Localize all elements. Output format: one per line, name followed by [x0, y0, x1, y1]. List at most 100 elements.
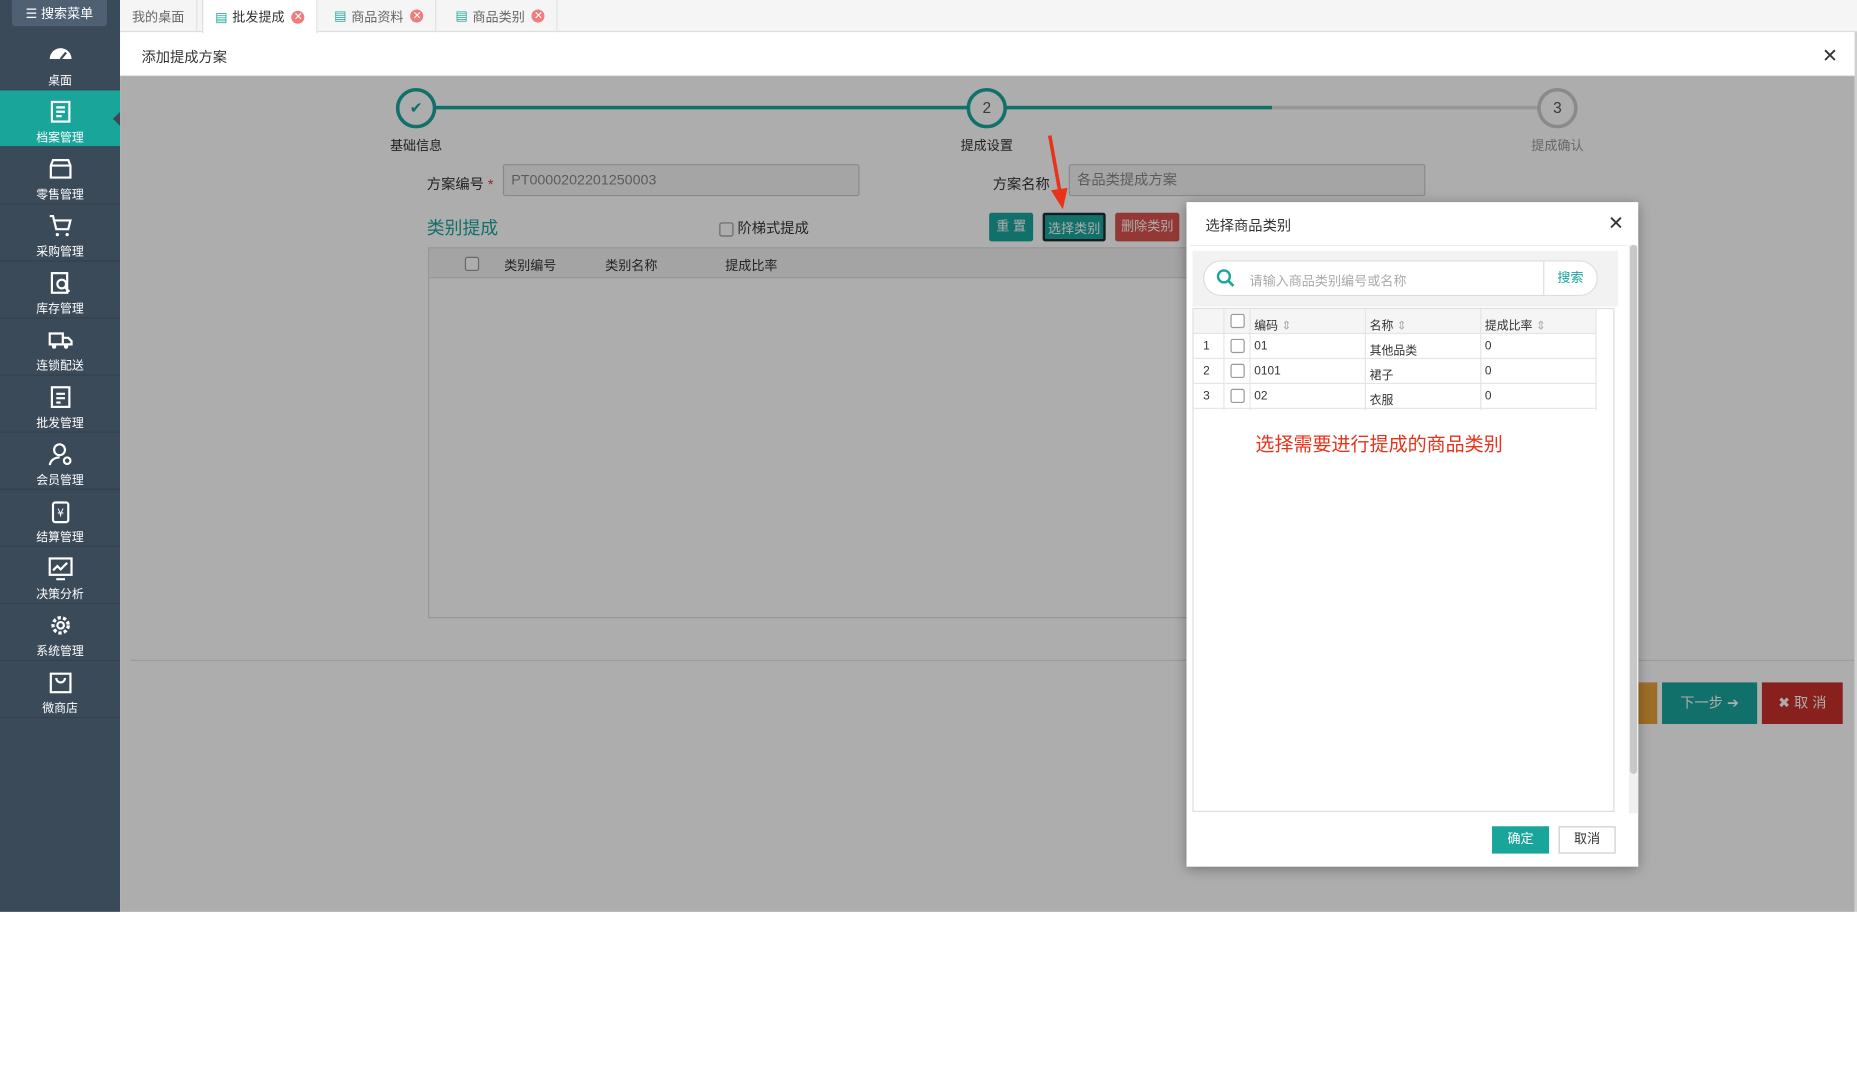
dialog-header: 添加提成方案 ✕ — [120, 33, 1855, 77]
sidebar-item-system[interactable]: 系统管理 — [0, 604, 121, 662]
category-grid: 编码 ⇕ 名称 ⇕ 提成比率 ⇕ 1 01 其他品类 0 2 0101 裙子 0 — [1192, 307, 1615, 812]
sort-icon: ⇕ — [1396, 319, 1407, 333]
col-name-label: 名称 — [1369, 319, 1394, 333]
sidebar: ☰ 搜索菜单 桌面 档案管理 零售管理 采购管理 库存管理 连锁配送 批发管理 … — [0, 0, 121, 912]
close-tab-icon[interactable]: ✕ — [531, 9, 545, 23]
cell-name: 其他品类 — [1369, 344, 1418, 358]
close-icon[interactable]: ✕ — [1822, 44, 1838, 68]
sidebar-item-desktop[interactable]: 桌面 — [0, 33, 121, 91]
table-row[interactable]: 2 0101 裙子 0 — [1193, 359, 1597, 385]
col-code[interactable]: 编码 ⇕ — [1254, 315, 1291, 333]
wholesale-icon — [50, 386, 70, 408]
sidebar-item-inventory[interactable]: 库存管理 — [0, 262, 121, 319]
search-input[interactable]: 请输入商品类别编号或名称 — [1249, 271, 1406, 290]
sort-icon: ⇕ — [1281, 319, 1292, 333]
annotation-hint: 选择需要进行提成的商品类别 — [1255, 435, 1503, 456]
search-area: 请输入商品类别编号或名称 搜索 — [1192, 250, 1619, 307]
sidebar-item-label: 零售管理 — [36, 189, 84, 203]
col-name[interactable]: 名称 ⇕ — [1370, 315, 1407, 333]
sidebar-item-label: 系统管理 — [36, 645, 84, 659]
search-box: 请输入商品类别编号或名称 搜索 — [1203, 260, 1598, 297]
cell-name: 裙子 — [1369, 369, 1394, 383]
archive-icon — [50, 100, 70, 123]
table-row[interactable]: 1 01 其他品类 0 — [1193, 334, 1597, 360]
sidebar-item-analysis[interactable]: 决策分析 — [0, 547, 121, 604]
cell-rate: 0 — [1484, 389, 1492, 404]
sidebar-item-label: 桌面 — [48, 74, 72, 88]
gear-icon — [50, 616, 70, 635]
close-tab-icon[interactable]: ✕ — [291, 10, 305, 24]
row-checkbox[interactable] — [1230, 363, 1245, 379]
tab-wholesale-commission[interactable]: ▤ 批发提成 ✕ — [202, 0, 318, 34]
confirm-button[interactable]: 确定 — [1492, 826, 1550, 854]
col-rate[interactable]: 提成比率 ⇕ — [1485, 315, 1546, 333]
close-icon[interactable]: ✕ — [1608, 212, 1624, 236]
sidebar-item-label: 结算管理 — [36, 531, 84, 545]
truck-icon — [48, 332, 73, 349]
settlement-icon: ¥ — [51, 501, 69, 524]
row-checkbox[interactable] — [1230, 388, 1245, 404]
table-icon: ▤ — [455, 9, 468, 24]
close-tab-icon[interactable]: ✕ — [410, 9, 424, 23]
table-icon: ▤ — [334, 9, 347, 24]
sort-icon: ⇕ — [1535, 319, 1546, 333]
svg-text:¥: ¥ — [57, 507, 64, 520]
tab-label: 批发提成 — [232, 10, 285, 25]
table-icon: ▤ — [215, 10, 228, 25]
annotation-arrow-icon — [1048, 135, 1068, 210]
tab-my-desktop[interactable]: 我的桌面 — [120, 0, 198, 33]
tab-label: 商品类别 — [472, 10, 525, 25]
store-icon — [49, 159, 71, 179]
sidebar-item-label: 批发管理 — [36, 417, 84, 431]
dialog-title: 添加提成方案 — [141, 48, 228, 66]
tab-bar: 我的桌面 ▤ 批发提成 ✕ ▤ 商品资料 ✕ ▤ 商品类别 ✕ — [120, 0, 1857, 34]
cell-code: 01 — [1254, 340, 1268, 354]
sidebar-item-settlement[interactable]: ¥ 结算管理 — [0, 490, 121, 547]
tab-label: 我的桌面 — [131, 10, 185, 25]
col-code-label: 编码 — [1254, 319, 1279, 333]
sidebar-item-label: 档案管理 — [36, 131, 84, 146]
select-all-checkbox[interactable] — [1230, 313, 1245, 329]
search-icon — [1216, 269, 1235, 287]
modal-cancel-button[interactable]: 取消 — [1558, 826, 1616, 854]
search-menu-label: 搜索菜单 — [40, 7, 94, 22]
member-icon — [48, 443, 71, 466]
sidebar-item-delivery[interactable]: 连锁配送 — [0, 319, 121, 376]
sidebar-item-archive[interactable]: 档案管理 — [0, 90, 121, 148]
sidebar-item-label: 采购管理 — [36, 246, 84, 260]
row-index: 1 — [1203, 340, 1210, 354]
sidebar-item-purchase[interactable]: 采购管理 — [0, 204, 121, 262]
bag-icon — [49, 672, 71, 694]
search-menu-button[interactable]: ☰ 搜索菜单 — [11, 0, 107, 27]
sidebar-item-label: 连锁配送 — [36, 360, 84, 374]
row-index: 3 — [1203, 389, 1210, 404]
sidebar-item-label: 会员管理 — [36, 474, 84, 488]
row-index: 2 — [1203, 364, 1210, 379]
modal-title: 选择商品类别 — [1205, 217, 1292, 235]
sidebar-item-retail[interactable]: 零售管理 — [0, 147, 121, 205]
search-button[interactable]: 搜索 — [1543, 261, 1596, 295]
row-checkbox[interactable] — [1230, 338, 1245, 354]
tab-product-info[interactable]: ▤ 商品资料 ✕ — [322, 0, 437, 33]
cell-rate: 0 — [1484, 340, 1492, 354]
chart-icon — [48, 557, 73, 581]
sidebar-item-wholesale[interactable]: 批发管理 — [0, 376, 121, 433]
dashboard-icon — [49, 48, 71, 60]
sidebar-item-label: 决策分析 — [36, 588, 84, 602]
grid-header: 编码 ⇕ 名称 ⇕ 提成比率 ⇕ — [1193, 309, 1597, 335]
tab-label: 商品资料 — [351, 10, 404, 25]
cart-icon — [49, 214, 72, 237]
modal-scrollbar[interactable] — [1628, 244, 1639, 814]
sidebar-item-label: 库存管理 — [36, 303, 84, 317]
modal-body: 请输入商品类别编号或名称 搜索 编码 ⇕ 名称 ⇕ 提成比率 ⇕ 1 01 其他… — [1190, 244, 1628, 856]
select-category-modal: 选择商品类别 ✕ 请输入商品类别编号或名称 搜索 编码 ⇕ 名称 ⇕ 提成比率 … — [1186, 202, 1639, 867]
sidebar-item-member[interactable]: 会员管理 — [0, 433, 121, 490]
sidebar-item-microshop[interactable]: 微商店 — [0, 661, 121, 719]
cell-name: 衣服 — [1369, 394, 1394, 408]
cell-code: 02 — [1254, 389, 1268, 404]
inventory-icon — [50, 272, 70, 294]
tab-product-category[interactable]: ▤ 商品类别 ✕ — [443, 0, 559, 33]
cell-rate: 0 — [1484, 364, 1492, 379]
table-row[interactable]: 3 02 衣服 0 — [1193, 384, 1597, 409]
cell-code: 0101 — [1254, 364, 1281, 379]
